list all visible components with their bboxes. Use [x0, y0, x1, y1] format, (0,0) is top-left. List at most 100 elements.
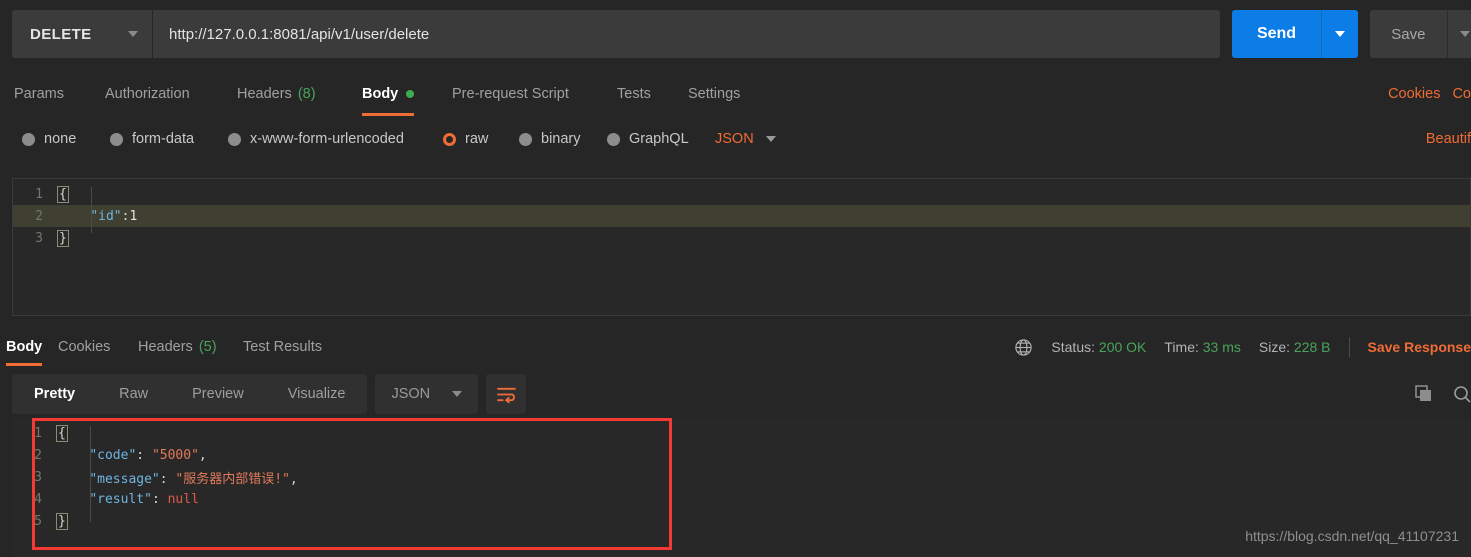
- request-tab-params[interactable]: Params: [14, 72, 64, 116]
- code-token: :: [136, 447, 152, 463]
- response-view-preview[interactable]: Preview: [170, 374, 266, 414]
- body-type-radio-form-data[interactable]: form-data: [110, 131, 194, 147]
- search-icon[interactable]: [1453, 385, 1471, 403]
- request-tab-body[interactable]: Body: [362, 72, 415, 116]
- code-text: "message": "服务器内部错误!",: [58, 468, 297, 487]
- request-tab-headers[interactable]: Headers (8): [237, 72, 316, 116]
- tab-label: Body: [362, 86, 399, 102]
- http-method-dropdown[interactable]: DELETE: [12, 10, 153, 58]
- raw-format-label: JSON: [715, 131, 754, 147]
- request-tab-tests[interactable]: Tests: [617, 72, 651, 116]
- request-tab-authorization[interactable]: Authorization: [105, 72, 190, 116]
- save-options-button[interactable]: [1447, 10, 1471, 58]
- body-type-radio-binary[interactable]: binary: [519, 131, 581, 147]
- watermark-text: https://blog.csdn.net/qq_41107231: [1245, 528, 1459, 544]
- code-text: }: [57, 229, 69, 247]
- response-meta: Status: 200 OK Time: 33 ms Size: 228 B S…: [1014, 328, 1471, 366]
- radio-icon: [228, 132, 241, 146]
- line-number: 5: [34, 513, 42, 529]
- body-type-radio-x-www-form-urlencoded[interactable]: x-www-form-urlencoded: [228, 131, 404, 147]
- radio-icon: [22, 132, 35, 146]
- send-options-button[interactable]: [1321, 10, 1359, 58]
- copy-icon[interactable]: [1415, 385, 1433, 403]
- save-button[interactable]: Save: [1370, 10, 1447, 58]
- raw-format-dropdown[interactable]: JSON: [715, 131, 776, 147]
- code-line: 1{: [13, 183, 1470, 205]
- response-format-dropdown[interactable]: JSON: [375, 374, 479, 414]
- request-body-code[interactable]: 1{2 "id":1 3}: [13, 179, 1470, 249]
- request-tab-settings[interactable]: Settings: [688, 72, 740, 116]
- request-tab-pre-request-script[interactable]: Pre-request Script: [452, 72, 569, 116]
- radio-label: binary: [541, 131, 581, 147]
- code-token: {: [56, 424, 68, 442]
- code-line: 3 "message": "服务器内部错误!",: [12, 466, 1471, 488]
- code-token: }: [57, 229, 69, 247]
- tab-label: Params: [14, 86, 64, 102]
- chevron-down-icon: [1460, 31, 1471, 37]
- response-view-visualize[interactable]: Visualize: [266, 374, 368, 414]
- body-type-radio-none[interactable]: none: [22, 131, 76, 147]
- code-token: "5000": [151, 447, 199, 463]
- indent-guide: [91, 187, 92, 233]
- line-number: 2: [35, 208, 43, 224]
- response-view-pretty[interactable]: Pretty: [12, 374, 97, 414]
- request-body-editor[interactable]: 1{2 "id":1 3}: [12, 178, 1471, 316]
- body-type-radio-graphql[interactable]: GraphQL: [607, 131, 689, 147]
- radio-icon: [607, 132, 620, 146]
- chevron-down-icon: [452, 391, 463, 397]
- indent-guide: [90, 426, 91, 522]
- code-text: {: [57, 185, 69, 203]
- active-tab-underline: [6, 363, 43, 366]
- response-action-icons: [1415, 374, 1471, 414]
- tab-label: Authorization: [105, 86, 190, 102]
- beautify-button[interactable]: Beautif: [1426, 118, 1471, 160]
- code-token: "服务器内部错误!": [175, 471, 290, 487]
- radio-label: form-data: [132, 131, 195, 147]
- radio-label: x-www-form-urlencoded: [250, 131, 404, 147]
- code-line: 4 "result": null: [12, 488, 1471, 510]
- radio-label: GraphQL: [629, 131, 689, 147]
- link-code[interactable]: Co: [1452, 86, 1471, 102]
- tab-label: Cookies: [58, 339, 111, 355]
- status-group: Status: 200 OK: [1051, 339, 1146, 355]
- time-group: Time: 33 ms: [1164, 339, 1241, 355]
- code-text: "code": "5000",: [58, 447, 206, 463]
- network-globe-icon[interactable]: [1014, 338, 1033, 357]
- code-text: {: [56, 424, 68, 442]
- time-label: Time:: [1164, 339, 1199, 355]
- save-response-button[interactable]: Save Response: [1368, 339, 1471, 355]
- code-line: 2 "id":1: [13, 205, 1470, 227]
- radio-icon: [110, 132, 123, 146]
- code-token: "id": [90, 208, 122, 224]
- code-token: {: [57, 185, 69, 203]
- line-number: 3: [35, 230, 43, 246]
- status-label: Status:: [1051, 339, 1096, 355]
- code-text: }: [56, 512, 68, 530]
- send-button[interactable]: Send: [1232, 10, 1321, 58]
- tab-label: Tests: [617, 86, 651, 102]
- request-url-input[interactable]: http://127.0.0.1:8081/api/v1/user/delete: [153, 10, 1221, 58]
- chevron-down-icon: [1334, 31, 1345, 37]
- body-type-radio-raw[interactable]: raw: [443, 131, 488, 147]
- response-tab-test-results[interactable]: Test Results: [243, 328, 322, 366]
- size-value: 228 B: [1293, 339, 1331, 355]
- http-method-label: DELETE: [30, 25, 92, 43]
- response-tab-body[interactable]: Body: [6, 328, 43, 366]
- response-tab-headers[interactable]: Headers (5): [138, 328, 217, 366]
- line-number: 2: [34, 447, 42, 463]
- status-value: 200 OK: [1098, 339, 1147, 355]
- code-text: "result": null: [58, 492, 199, 507]
- tab-label: Settings: [688, 86, 741, 102]
- line-number: 1: [34, 425, 42, 441]
- response-view-raw[interactable]: Raw: [97, 374, 170, 414]
- code-line: 3}: [13, 227, 1470, 249]
- tab-label: Pre-request Script: [452, 86, 569, 102]
- body-present-indicator-icon: [406, 90, 415, 98]
- response-tab-cookies[interactable]: Cookies: [58, 328, 110, 366]
- word-wrap-button[interactable]: [486, 374, 527, 414]
- link-cookies[interactable]: Cookies: [1388, 86, 1440, 102]
- size-label: Size:: [1258, 339, 1291, 355]
